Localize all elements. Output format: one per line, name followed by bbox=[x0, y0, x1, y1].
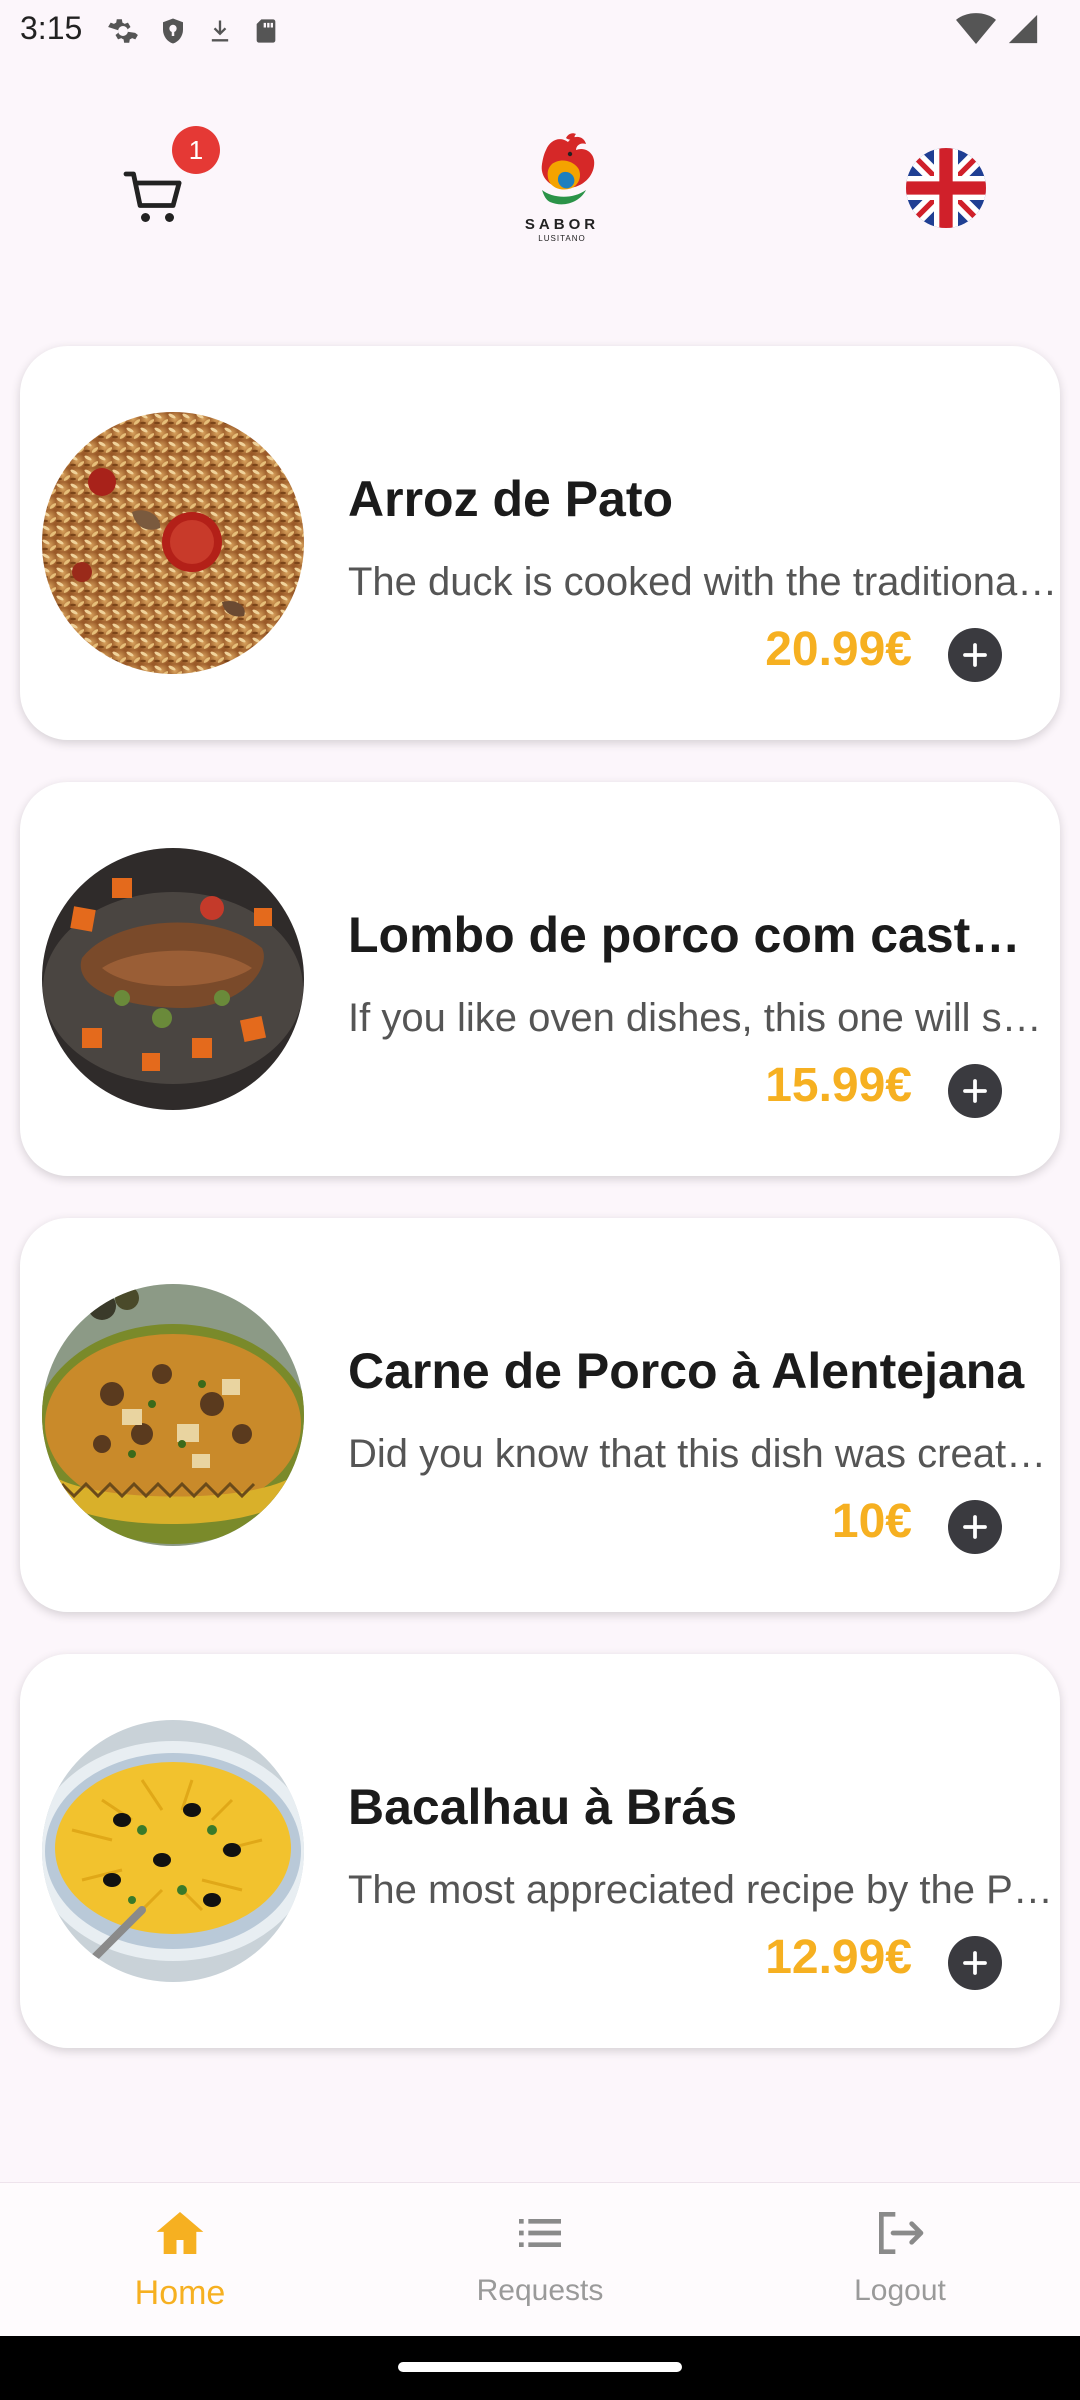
plus-icon bbox=[963, 1515, 987, 1539]
cart-badge: 1 bbox=[172, 126, 220, 174]
dish-title: Arroz de Pato bbox=[348, 471, 674, 527]
dish-description: If you like oven dishes, this one will s… bbox=[348, 996, 1058, 1040]
home-gesture-handle[interactable] bbox=[398, 2362, 682, 2372]
dish-price: 20.99€ bbox=[765, 623, 912, 676]
dish-title: Lombo de porco com castanhas bbox=[348, 907, 1048, 963]
rooster-logo-icon bbox=[541, 133, 595, 205]
app-screen: 3:15 1 SABOR LUSITANO Arroz de Pato The … bbox=[0, 0, 1080, 2400]
dish-image bbox=[42, 1720, 304, 1982]
dish-price: 10€ bbox=[831, 1495, 912, 1548]
nav-home[interactable]: Home bbox=[60, 2205, 300, 2325]
plus-icon bbox=[963, 1079, 987, 1103]
dish-image bbox=[42, 412, 304, 674]
wifi-icon bbox=[956, 13, 996, 44]
list-icon bbox=[519, 2219, 561, 2247]
bottom-navigation: Home Requests Logout bbox=[0, 2182, 1080, 2336]
dish-price: 12.99€ bbox=[765, 1931, 912, 1984]
signal-icon bbox=[1008, 14, 1038, 44]
status-bar: 3:15 bbox=[0, 0, 1080, 64]
plus-icon bbox=[963, 643, 987, 667]
dish-title: Carne de Porco à Alentejana bbox=[348, 1343, 1025, 1399]
gesture-navigation-bar bbox=[0, 2336, 1080, 2400]
dish-image bbox=[42, 848, 304, 1110]
header: 1 SABOR LUSITANO bbox=[0, 120, 1080, 260]
nav-logout-label: Logout bbox=[854, 2274, 946, 2307]
download-icon bbox=[211, 20, 229, 42]
nav-logout[interactable]: Logout bbox=[780, 2205, 1020, 2325]
dish-description: Did you know that this dish was created … bbox=[348, 1432, 1058, 1476]
add-to-cart-button[interactable] bbox=[948, 1936, 1002, 1990]
shield-icon bbox=[163, 18, 183, 44]
nav-home-label: Home bbox=[134, 2274, 226, 2312]
status-icons-right bbox=[956, 12, 1040, 46]
logo-subtext: LUSITANO bbox=[538, 234, 586, 243]
add-to-cart-button[interactable] bbox=[948, 1064, 1002, 1118]
nav-requests[interactable]: Requests bbox=[420, 2205, 660, 2325]
menu-item-card[interactable]: Bacalhau à Brás The most appreciated rec… bbox=[20, 1654, 1060, 2048]
add-to-cart-button[interactable] bbox=[948, 1500, 1002, 1554]
plus-icon bbox=[963, 1951, 987, 1975]
sabor-lusitano-logo: SABOR LUSITANO bbox=[512, 130, 612, 248]
logo-text: SABOR bbox=[524, 216, 600, 233]
dish-description: The duck is cooked with the traditional … bbox=[348, 560, 1058, 604]
add-to-cart-button[interactable] bbox=[948, 628, 1002, 682]
logout-icon bbox=[879, 2212, 924, 2254]
dish-description: The most appreciated recipe by the Portu… bbox=[348, 1868, 1058, 1912]
menu-item-card[interactable]: Carne de Porco à Alentejana Did you know… bbox=[20, 1218, 1060, 1612]
language-button[interactable] bbox=[906, 148, 986, 228]
menu-item-card[interactable]: Lombo de porco com castanhas If you like… bbox=[20, 782, 1060, 1176]
nav-requests-label: Requests bbox=[476, 2274, 604, 2307]
uk-flag-icon bbox=[906, 148, 986, 228]
status-icons-left bbox=[106, 14, 280, 48]
menu-item-card[interactable]: Arroz de Pato The duck is cooked with th… bbox=[20, 346, 1060, 740]
sd-card-icon bbox=[256, 19, 276, 43]
dish-image bbox=[42, 1284, 304, 1546]
home-icon bbox=[156, 2212, 204, 2254]
status-time: 3:15 bbox=[20, 10, 83, 46]
shopping-cart-icon bbox=[123, 171, 182, 222]
cart-button[interactable] bbox=[120, 162, 192, 234]
gear-icon bbox=[108, 19, 138, 43]
dish-price: 15.99€ bbox=[765, 1059, 912, 1112]
dish-title: Bacalhau à Brás bbox=[348, 1779, 738, 1835]
